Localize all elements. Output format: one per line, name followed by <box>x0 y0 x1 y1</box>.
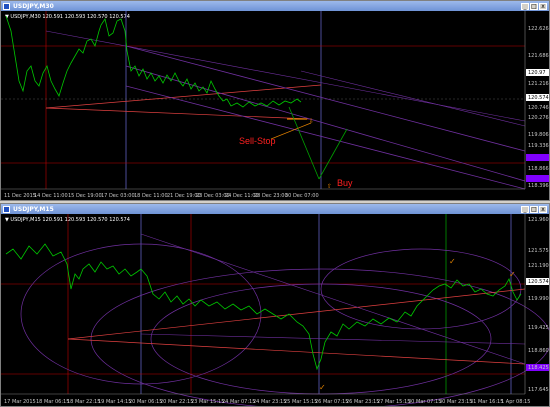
channel-line <box>125 45 526 152</box>
flag-label: 120.97 <box>528 70 546 76</box>
price-chart-m15[interactable]: ▼ USDJPY,M15 120.591 120.593 120.570 120… <box>1 214 549 406</box>
current-price-label: 120.574 <box>528 95 549 101</box>
channel-line <box>45 30 526 122</box>
time-label: 23 Mar 15:15 <box>191 399 224 405</box>
window-titlebar-m15[interactable]: USDJPY,M15 _ □ x <box>1 204 549 214</box>
channel-line <box>300 70 526 127</box>
time-label: 19 Mar 14:15 <box>98 399 131 405</box>
price-label: 121.575 <box>528 248 549 254</box>
price-label: 122.626 <box>528 26 549 32</box>
minimize-button[interactable]: _ <box>521 205 529 213</box>
trend-line <box>67 288 526 340</box>
price-chart-m30[interactable]: ▼ USDJPY,M30 120.591 120.593 120.570 120… <box>1 11 549 200</box>
price-line-m15 <box>5 243 522 371</box>
time-label: 18 Dec 11:00 <box>134 193 168 199</box>
time-label: 30 Dec 07:00 <box>285 193 319 199</box>
callout-line <box>270 122 312 140</box>
price-label: 121.960 <box>528 217 549 223</box>
price-label: 118.860 <box>528 348 549 354</box>
trend-line <box>67 338 526 365</box>
maximize-button[interactable]: □ <box>530 205 538 213</box>
time-label: 30 Mar 23:15 <box>439 399 472 405</box>
price-label: 119.336 <box>528 143 549 149</box>
channel-line <box>125 85 526 190</box>
time-label: 15 Dec 19:00 <box>68 193 102 199</box>
time-label: 30 Mar 07:15 <box>408 399 441 405</box>
time-label: 18 Mar 06:15 <box>36 399 69 405</box>
checkmark-icon: ✓ <box>509 270 516 279</box>
window-title-m30: USDJPY,M30 <box>13 2 54 10</box>
time-label: 25 Mar 15:15 <box>284 399 317 405</box>
checkmark-icon: ✓ <box>449 257 456 266</box>
time-label: 31 Mar 16:15 <box>470 399 503 405</box>
price-level-tag <box>526 154 549 161</box>
time-label: 28 Dec 23:00 <box>254 193 288 199</box>
price-label: 119.425 <box>528 325 549 331</box>
price-label: 118.396 <box>528 183 549 189</box>
time-label: 26 Mar 07:15 <box>315 399 348 405</box>
window-title-m15: USDJPY,M15 <box>13 205 54 213</box>
price-label: 120.746 <box>528 105 549 111</box>
maximize-button[interactable]: □ <box>530 2 538 10</box>
price-label: 118.425 <box>528 365 549 371</box>
forecast-line <box>288 106 320 180</box>
time-label: 24 Mar 07:15 <box>222 399 255 405</box>
time-label: 17 Mar 2015 <box>4 399 36 405</box>
chart-window-icon <box>3 205 10 213</box>
annotation-sell-stop: Sell-Stop <box>239 136 276 146</box>
current-price-label: 120.574 <box>528 279 549 285</box>
chart-window-m30[interactable]: USDJPY,M30 _ □ x ▼ USDJPY,M30 120.591 12… <box>0 0 550 201</box>
annotation-buy: Buy <box>337 178 353 188</box>
price-label: 120.276 <box>528 115 549 121</box>
chart-window-icon <box>3 2 10 10</box>
price-label: 117.645 <box>528 387 549 393</box>
price-label: 119.990 <box>528 296 549 302</box>
time-label: 27 Mar 15:15 <box>377 399 410 405</box>
ohlc-header-m30: ▼ USDJPY,M30 120.591 120.593 120.570 120… <box>5 14 130 20</box>
time-label: 11 Dec 2015 <box>4 193 36 199</box>
channel-line <box>140 333 526 345</box>
close-button[interactable]: x <box>539 2 547 10</box>
time-label: 1 Apr 08:15 <box>501 399 530 405</box>
trend-line <box>45 107 312 120</box>
price-label: 118.866 <box>528 166 549 172</box>
checkmark-icon: ✓ <box>319 383 326 392</box>
sell-stop-arrow-icon: ⇩ <box>309 118 314 125</box>
price-label: 121.686 <box>528 53 549 59</box>
close-button[interactable]: x <box>539 205 547 213</box>
price-label: 121.216 <box>528 81 549 87</box>
window-titlebar-m30[interactable]: USDJPY,M30 _ □ x <box>1 1 549 11</box>
time-label: 20 Mar 06:15 <box>129 399 162 405</box>
time-label: 17 Dec 03:00 <box>101 193 135 199</box>
time-label: 20 Mar 22:15 <box>160 399 193 405</box>
time-label: 26 Mar 23:15 <box>346 399 379 405</box>
price-label: 119.806 <box>528 132 549 138</box>
ohlc-header-m15: ▼ USDJPY,M15 120.591 120.593 120.570 120… <box>5 217 130 223</box>
fib-ellipse <box>320 248 522 330</box>
time-label: 14 Dec 11:00 <box>34 193 68 199</box>
price-label: 121.190 <box>528 263 549 269</box>
time-label: 18 Mar 22:15 <box>67 399 100 405</box>
minimize-button[interactable]: _ <box>521 2 529 10</box>
price-level-tag <box>526 175 549 182</box>
chart-window-m15[interactable]: USDJPY,M15 _ □ x ▼ USDJPY,M15 120.591 12… <box>0 203 550 407</box>
time-label: 24 Mar 23:15 <box>253 399 286 405</box>
